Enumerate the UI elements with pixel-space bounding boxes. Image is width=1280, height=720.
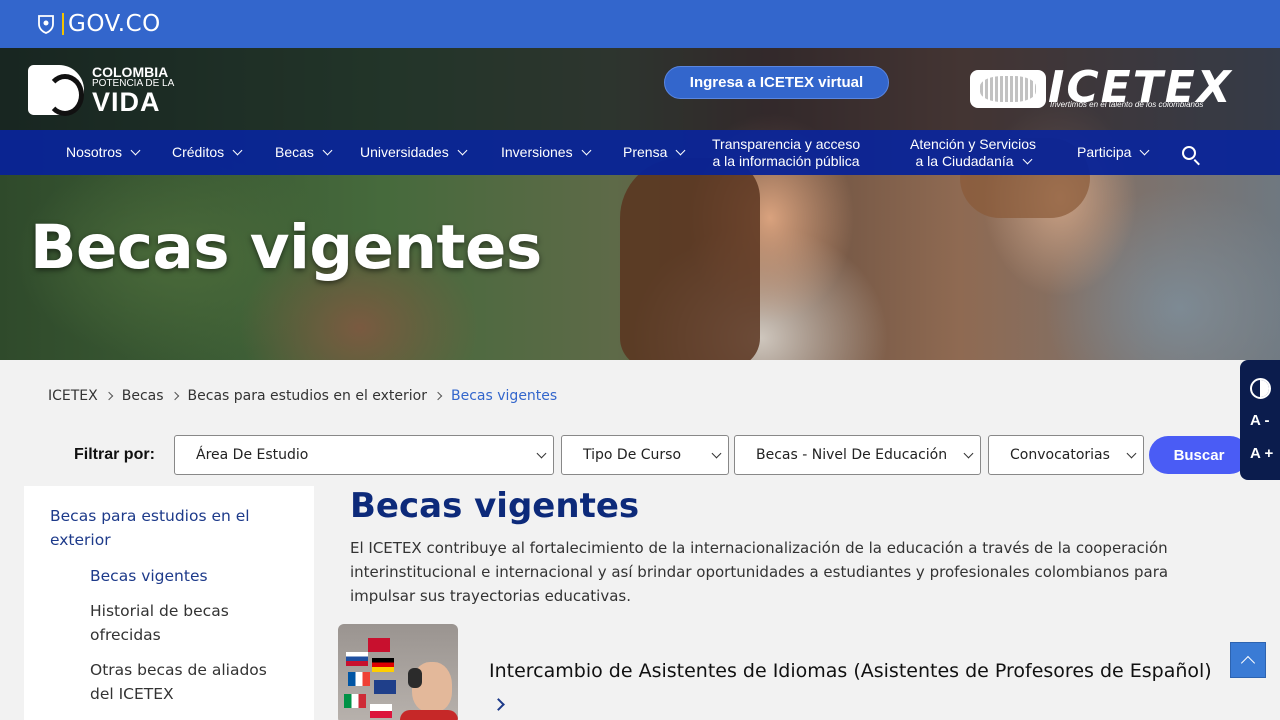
decrease-font-button[interactable]: A - <box>1250 412 1269 429</box>
nav-item-transparencia[interactable]: Transparencia y acceso a la información … <box>712 136 860 170</box>
breadcrumb-item-current: Becas vigentes <box>451 388 558 404</box>
card-title-intercambio[interactable]: Intercambio de Asistentes de Idiomas (As… <box>489 660 1212 682</box>
chevron-down-icon <box>232 145 243 156</box>
chevron-down-icon <box>581 145 592 156</box>
area-estudio-select[interactable]: Área De Estudio <box>174 435 554 475</box>
increase-font-button[interactable]: A + <box>1250 445 1273 462</box>
colombia-potencia-vida-logo[interactable]: COLOMBIA POTENCIA DE LA VIDA <box>28 64 178 116</box>
filter-label: Filtrar por: <box>74 446 155 463</box>
chevron-down-icon <box>675 145 686 156</box>
back-to-top-button[interactable] <box>1230 642 1266 678</box>
icetex-virtual-button[interactable]: Ingresa a ICETEX virtual <box>664 66 889 99</box>
sidebar-item-otras-becas[interactable]: Otras becas de aliados del ICETEX <box>90 658 280 706</box>
breadcrumb-item-icetex[interactable]: ICETEX <box>48 388 98 404</box>
chevron-right-icon <box>170 391 179 401</box>
colombia-logo-mark-icon <box>28 65 84 116</box>
chevron-down-icon <box>1022 154 1033 165</box>
flag-icon <box>344 694 366 708</box>
sidebar-item-historial[interactable]: Historial de becas ofrecidas <box>90 599 250 647</box>
nav-item-prensa[interactable]: Prensa <box>623 144 686 161</box>
logo-line-1: COLOMBIA <box>92 63 169 80</box>
chevron-down-icon <box>322 145 333 156</box>
chevron-right-icon[interactable] <box>492 698 505 711</box>
colombia-shield-icon <box>38 15 54 34</box>
chevron-right-icon <box>433 391 443 401</box>
flag-icon <box>348 672 370 686</box>
icetex-logo[interactable]: ICETEX Invertimos en el talento de los c… <box>970 62 1248 113</box>
contrast-toggle-icon[interactable] <box>1250 378 1271 399</box>
gov-divider <box>62 13 64 35</box>
breadcrumb: ICETEX Becas Becas para estudios en el e… <box>48 388 557 404</box>
hero-title: Becas vigentes <box>30 212 542 283</box>
headphones-icon <box>408 668 422 688</box>
chevron-down-icon <box>1126 448 1137 459</box>
world-map-icon <box>970 70 1046 108</box>
flag-icon <box>370 704 392 718</box>
breadcrumb-item-becas[interactable]: Becas <box>122 388 164 404</box>
tipo-curso-select[interactable]: Tipo De Curso <box>561 435 729 475</box>
search-icon[interactable] <box>1182 146 1196 160</box>
language-assistants-image[interactable] <box>338 624 458 720</box>
chevron-down-icon <box>130 145 141 156</box>
icetex-slogan: Invertimos en el talento de los colombia… <box>1050 100 1204 109</box>
convocatorias-select[interactable]: Convocatorias <box>988 435 1144 475</box>
content-title: Becas vigentes <box>350 486 640 526</box>
chevron-down-icon <box>711 448 722 459</box>
gov-co-bar: GOV.CO <box>0 0 1280 48</box>
sidebar-parent-exterior[interactable]: Becas para estudios en el exterior <box>50 504 280 552</box>
nav-item-participa[interactable]: Participa <box>1077 144 1150 161</box>
sidebar: Becas para estudios en el exterior Becas… <box>24 486 314 720</box>
nav-item-becas[interactable]: Becas <box>275 144 333 161</box>
accessibility-toolbar: A - A + <box>1240 360 1280 480</box>
nivel-educacion-select[interactable]: Becas - Nivel De Educación <box>734 435 981 475</box>
sidebar-item-becas-vigentes[interactable]: Becas vigentes <box>90 564 290 588</box>
flag-icon <box>374 680 396 694</box>
chevron-down-icon <box>963 448 974 459</box>
flag-icon <box>346 652 368 666</box>
content-description: El ICETEX contribuye al fortalecimiento … <box>350 539 1169 605</box>
nav-item-nosotros[interactable]: Nosotros <box>66 144 141 161</box>
hero-photo-detail <box>620 158 760 360</box>
chevron-down-icon <box>457 145 468 156</box>
flag-icon <box>372 658 394 672</box>
nav-item-inversiones[interactable]: Inversiones <box>501 144 592 161</box>
chevron-down-icon <box>1140 145 1150 156</box>
chevron-down-icon <box>536 448 547 459</box>
main-navigation: Nosotros Créditos Becas Universidades In… <box>0 130 1280 175</box>
nav-item-atencion[interactable]: Atención y Servicios a la Ciudadanía <box>910 136 1036 170</box>
logo-line-3: VIDA <box>92 86 161 117</box>
chevron-right-icon <box>104 391 113 401</box>
gov-co-link[interactable]: GOV.CO <box>68 11 161 37</box>
flag-icon <box>368 638 390 652</box>
nav-item-universidades[interactable]: Universidades <box>360 144 468 161</box>
nav-item-creditos[interactable]: Créditos <box>172 144 243 161</box>
breadcrumb-item-exterior[interactable]: Becas para estudios en el exterior <box>188 388 427 404</box>
buscar-button[interactable]: Buscar <box>1149 436 1249 474</box>
